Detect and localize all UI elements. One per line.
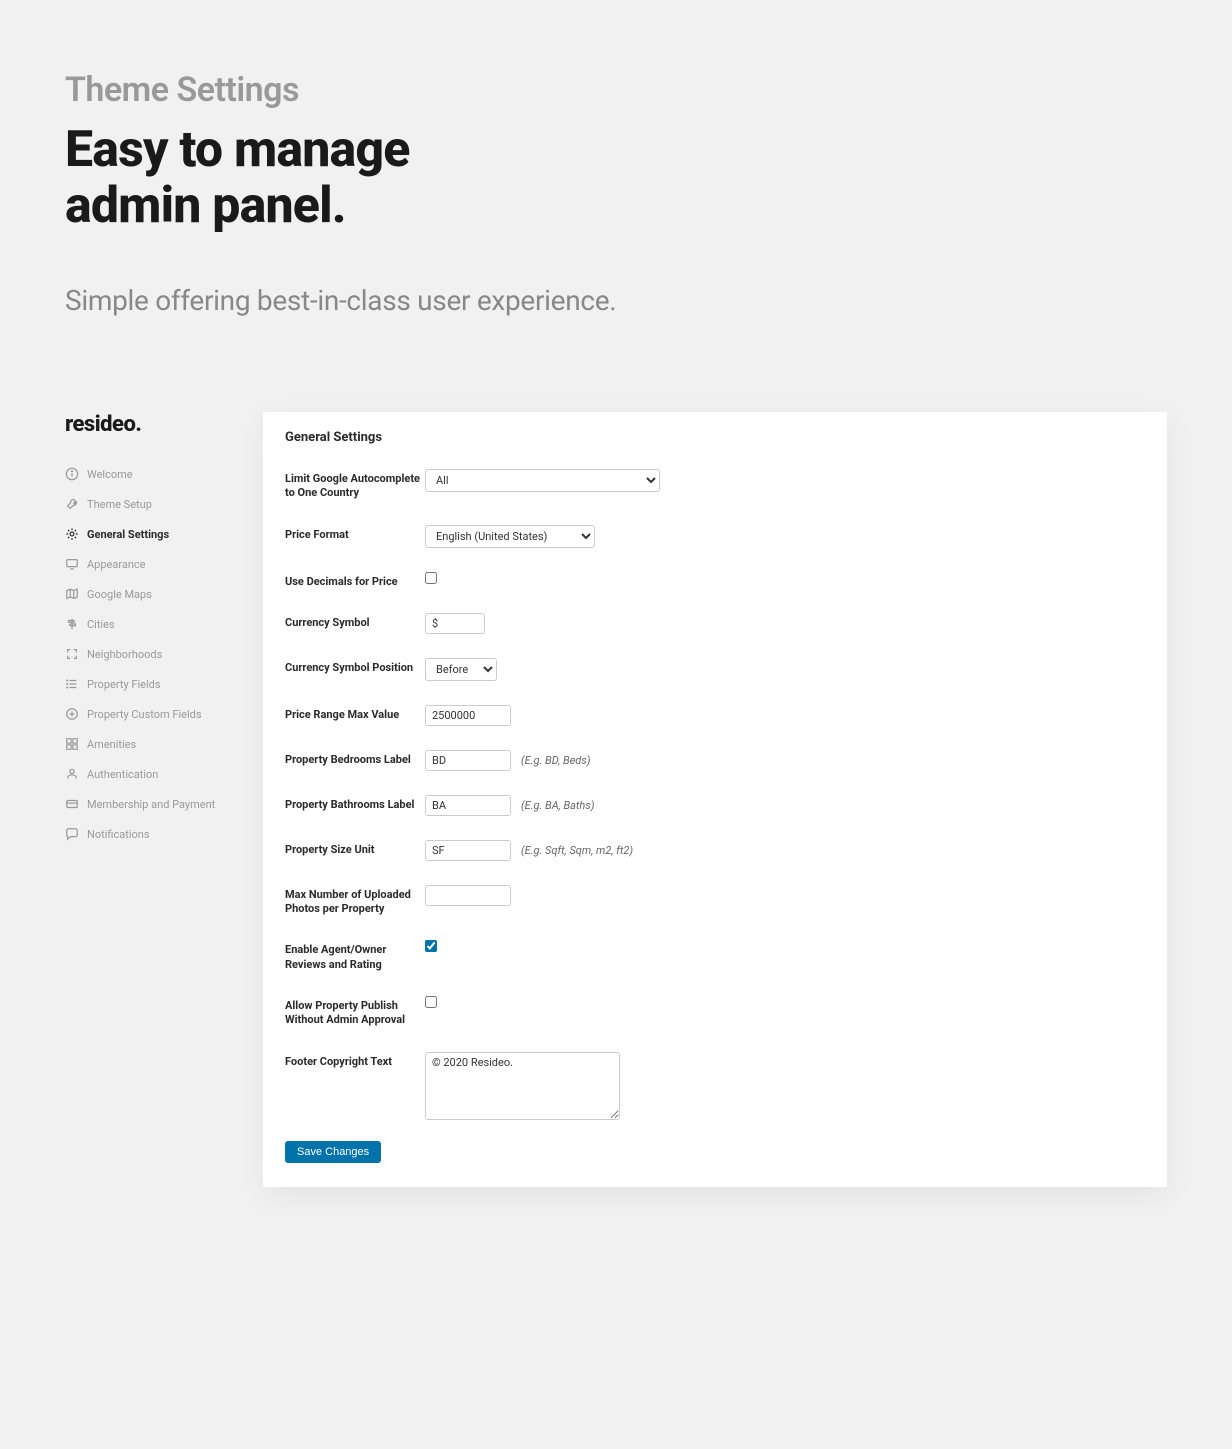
sidebar-item-authentication[interactable]: Authentication [65, 759, 263, 789]
sidebar-item-theme-setup[interactable]: Theme Setup [65, 489, 263, 519]
footer-label: Footer Copyright Text [285, 1052, 425, 1069]
list-icon [65, 677, 79, 691]
size-unit-label: Property Size Unit [285, 840, 425, 857]
sidebar-item-label: Appearance [87, 558, 146, 571]
publish-checkbox[interactable] [425, 996, 437, 1008]
currency-position-label: Currency Symbol Position [285, 658, 425, 675]
sidebar-item-label: Neighborhoods [87, 648, 162, 661]
brand-logo: resideo. [65, 412, 263, 437]
gear-icon [65, 527, 79, 541]
settings-panel: General Settings Limit Google Autocomple… [263, 412, 1167, 1187]
size-unit-hint: (E.g. Sqft, Sqm, m2, ft2) [521, 844, 633, 857]
currency-symbol-label: Currency Symbol [285, 613, 425, 630]
sidebar-item-appearance[interactable]: Appearance [65, 549, 263, 579]
grid-icon [65, 737, 79, 751]
info-icon [65, 467, 79, 481]
user-icon [65, 767, 79, 781]
admin-panel-container: resideo. Welcome Theme Setup General Set… [65, 412, 1167, 1187]
sidebar-item-label: Welcome [87, 468, 133, 481]
expand-icon [65, 647, 79, 661]
monitor-icon [65, 557, 79, 571]
sidebar-item-cities[interactable]: Cities [65, 609, 263, 639]
size-unit-input[interactable] [425, 840, 511, 861]
sidebar-item-label: Notifications [87, 828, 150, 841]
sidebar-item-label: Membership and Payment [87, 798, 215, 811]
price-range-label: Price Range Max Value [285, 705, 425, 722]
page-description: Simple offering best-in-class user exper… [65, 284, 1167, 317]
sidebar-item-label: Theme Setup [87, 498, 152, 511]
signpost-icon [65, 617, 79, 631]
sidebar-nav: Welcome Theme Setup General Settings App… [65, 459, 263, 849]
sidebar-item-property-custom-fields[interactable]: Property Custom Fields [65, 699, 263, 729]
bedrooms-hint: (E.g. BD, Beds) [521, 754, 591, 767]
page-title-line2: admin panel. [65, 177, 346, 235]
bedrooms-input[interactable] [425, 750, 511, 771]
bathrooms-label: Property Bathrooms Label [285, 795, 425, 812]
bedrooms-label: Property Bedrooms Label [285, 750, 425, 767]
sidebar-item-label: Google Maps [87, 588, 152, 601]
autocomplete-select[interactable]: All [425, 469, 660, 492]
sidebar-item-welcome[interactable]: Welcome [65, 459, 263, 489]
sidebar-item-label: Cities [87, 618, 115, 631]
max-photos-label: Max Number of Uploaded Photos per Proper… [285, 885, 425, 917]
decimals-checkbox[interactable] [425, 572, 437, 584]
map-icon [65, 587, 79, 601]
page-title: Easy to manage admin panel. [65, 122, 1167, 234]
price-format-label: Price Format [285, 525, 425, 542]
panel-title: General Settings [285, 430, 1145, 445]
sidebar-item-label: Authentication [87, 768, 158, 781]
sidebar-item-neighborhoods[interactable]: Neighborhoods [65, 639, 263, 669]
wrench-icon [65, 497, 79, 511]
bathrooms-input[interactable] [425, 795, 511, 816]
price-range-input[interactable] [425, 705, 511, 726]
currency-position-select[interactable]: Before [425, 658, 497, 681]
currency-symbol-input[interactable] [425, 613, 485, 634]
sidebar-item-google-maps[interactable]: Google Maps [65, 579, 263, 609]
sidebar: resideo. Welcome Theme Setup General Set… [65, 412, 263, 849]
sidebar-item-label: Amenities [87, 738, 136, 751]
autocomplete-label: Limit Google Autocomplete to One Country [285, 469, 425, 501]
publish-label: Allow Property Publish Without Admin App… [285, 996, 425, 1028]
save-button[interactable]: Save Changes [285, 1141, 381, 1163]
sidebar-item-amenities[interactable]: Amenities [65, 729, 263, 759]
sidebar-item-general-settings[interactable]: General Settings [65, 519, 263, 549]
plus-circle-icon [65, 707, 79, 721]
footer-textarea[interactable] [425, 1052, 620, 1120]
sidebar-item-membership-payment[interactable]: Membership and Payment [65, 789, 263, 819]
sidebar-item-label: General Settings [87, 528, 169, 541]
sidebar-item-label: Property Fields [87, 678, 161, 691]
reviews-checkbox[interactable] [425, 940, 437, 952]
sidebar-item-property-fields[interactable]: Property Fields [65, 669, 263, 699]
chat-icon [65, 827, 79, 841]
sidebar-item-notifications[interactable]: Notifications [65, 819, 263, 849]
sidebar-item-label: Property Custom Fields [87, 708, 202, 721]
reviews-label: Enable Agent/Owner Reviews and Rating [285, 940, 425, 972]
card-icon [65, 797, 79, 811]
page-title-line1: Easy to manage [65, 121, 410, 179]
max-photos-input[interactable] [425, 885, 511, 906]
decimals-label: Use Decimals for Price [285, 572, 425, 589]
price-format-select[interactable]: English (United States) [425, 525, 595, 548]
page-subtitle: Theme Settings [65, 70, 1167, 110]
bathrooms-hint: (E.g. BA, Baths) [521, 799, 595, 812]
